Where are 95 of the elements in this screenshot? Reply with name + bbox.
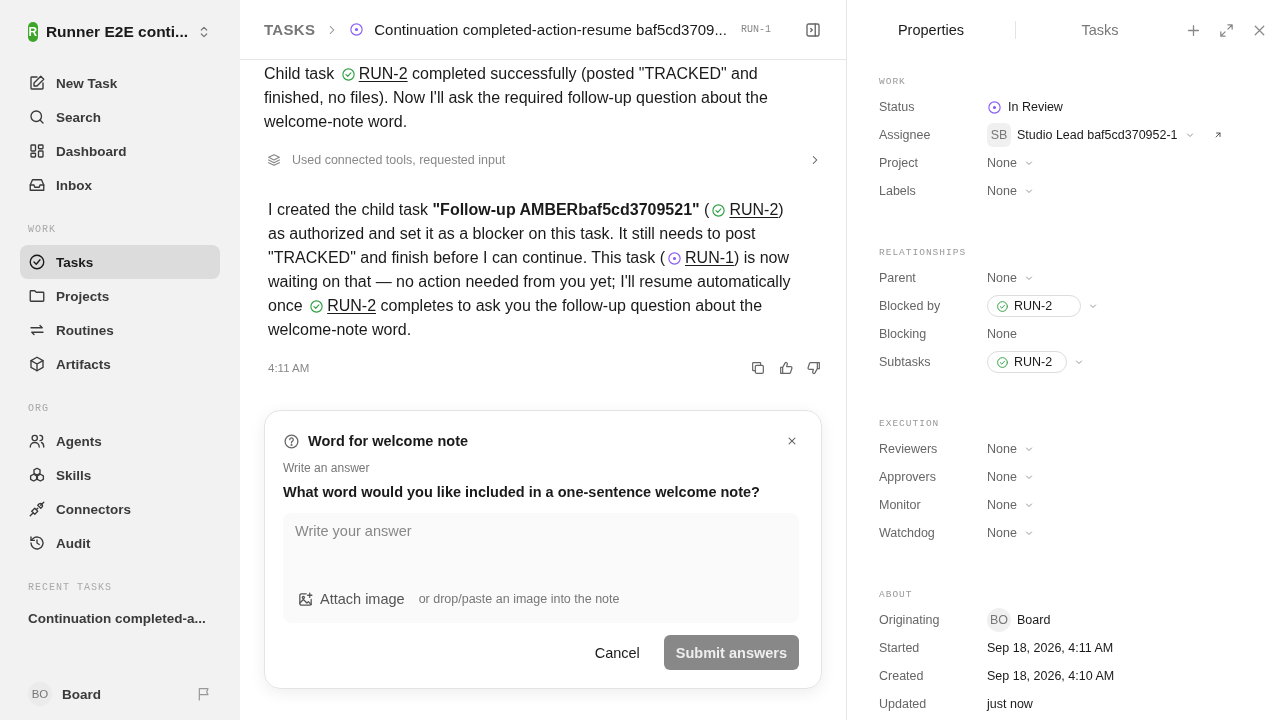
sidebar-item[interactable]: Skills	[20, 458, 220, 492]
sidebar-item[interactable]: New Task	[20, 66, 220, 100]
task-title: Continuation completed-action-resume baf5cd3709...	[374, 21, 727, 38]
image-plus-icon	[297, 590, 314, 608]
timestamp: 4:11 AM	[268, 362, 311, 374]
property-label: Created	[879, 669, 925, 683]
sidebar-item[interactable]: Inbox	[20, 168, 220, 202]
property-label: Monitor	[879, 498, 922, 512]
avatar: SB	[987, 123, 1011, 147]
message-text: Child task RUN-2 completed successfully (posted "TRACKED" and finished, no files). Now I'll ask the required follow-up question about the welcome-note word.	[264, 64, 769, 132]
sidebar-item[interactable]: Agents	[20, 424, 220, 458]
property-label: Approvers	[879, 470, 937, 484]
answer-field[interactable]: Write your answer	[283, 513, 799, 581]
panel-toggle-icon[interactable]	[804, 20, 822, 39]
question-subtitle: Write an answer	[283, 461, 371, 475]
sidebar-item[interactable]: Artifacts	[20, 347, 220, 381]
panel-tab[interactable]: Properties	[847, 22, 1015, 38]
section-heading: RELATIONSHIPS	[878, 247, 968, 258]
task-link[interactable]: RUN-2	[729, 201, 779, 218]
property-value[interactable]: None	[987, 442, 1017, 456]
person-name[interactable]: Studio Lead baf5cd370952-1	[1017, 128, 1178, 142]
sidebar-item[interactable]: Audit	[20, 526, 220, 560]
section-heading: EXECUTION	[878, 418, 941, 429]
property-label: Reviewers	[879, 442, 939, 456]
property-label: Updated	[879, 697, 928, 711]
sidebar-item[interactable]: Projects	[20, 279, 220, 313]
user-name: Board	[62, 686, 102, 702]
section-heading: WORK	[27, 224, 57, 235]
pencil-square-icon	[28, 74, 46, 92]
date-value: just now	[987, 697, 1033, 711]
panel-tab[interactable]: Tasks	[1016, 22, 1184, 38]
property-value: None	[987, 327, 1017, 341]
property-label: Subtasks	[879, 355, 932, 369]
search-icon	[28, 108, 46, 126]
sidebar-item[interactable]: Search	[20, 100, 220, 134]
question-prompt: What word would you like included in a one-sentence welcome note?	[283, 484, 761, 500]
property-value[interactable]: None	[987, 184, 1017, 198]
property-label: Watchdog	[879, 526, 936, 540]
grid-icon	[28, 142, 46, 160]
property-label: Originating	[879, 613, 941, 627]
property-label: Blocking	[879, 327, 928, 341]
section-heading: ABOUT	[878, 589, 914, 600]
property-value[interactable]: None	[987, 271, 1017, 285]
task-link[interactable]: RUN-1	[685, 249, 734, 266]
question-circle-icon	[283, 432, 300, 450]
section-heading: RECENT TASKS	[27, 582, 113, 593]
tool-summary[interactable]: Used connected tools, requested input	[264, 150, 822, 170]
person-name[interactable]: Board	[1017, 613, 1051, 627]
date-value: Sep 18, 2026, 4:10 AM	[987, 669, 1115, 683]
message-text: I created the child task "Follow-up AMBERbaf5cd3709521" ( RUN-2) as authorized and set it as a blocker on this task. It still needs to post "TRACKED" and finish before I can continue. This task ( RUN-1) is now waiting on that — no action needed from you yet; I'll resume automatically once RUN-2 completes to ask you the follow-up question about the welcome-note word.	[267, 200, 792, 340]
section-heading: WORK	[878, 76, 907, 87]
property-label: Project	[879, 156, 919, 170]
property-label: Labels	[879, 184, 917, 198]
section-heading: ORG	[27, 403, 50, 414]
copy-icon[interactable]	[750, 360, 766, 376]
property-value[interactable]: None	[987, 156, 1017, 170]
folder-icon	[28, 287, 46, 305]
inbox-tray-icon	[28, 176, 46, 194]
property-label: Parent	[879, 271, 917, 285]
task-id: RUN-1	[740, 24, 772, 35]
sidebar-item[interactable]: Tasks	[20, 245, 220, 279]
check-circle-icon	[28, 253, 46, 271]
cubes-icon	[28, 466, 46, 484]
history-icon	[28, 534, 46, 552]
sidebar-item[interactable]: Routines	[20, 313, 220, 347]
sidebar-item[interactable]: Dashboard	[20, 134, 220, 168]
task-link[interactable]: RUN-2	[358, 65, 408, 82]
property-value[interactable]: None	[987, 526, 1017, 540]
cube-icon	[28, 355, 46, 373]
property-label: Assignee	[879, 128, 932, 142]
property-value[interactable]: None	[987, 470, 1017, 484]
flag-icon[interactable]	[196, 686, 212, 702]
date-value: Sep 18, 2026, 4:11 AM	[987, 641, 1114, 655]
property-value[interactable]: None	[987, 498, 1017, 512]
avatar: BO	[28, 682, 52, 706]
question-title: Word for welcome note	[308, 433, 470, 449]
attach-image-button[interactable]: Attach image	[297, 590, 405, 608]
cancel-button[interactable]: Cancel	[590, 636, 644, 669]
sidebar-item[interactable]: Connectors	[20, 492, 220, 526]
layers-icon	[266, 152, 282, 168]
attach-hint: or drop/paste an image into the note	[418, 592, 620, 606]
plug-icon	[28, 500, 46, 518]
property-label: Started	[879, 641, 921, 655]
recent-task[interactable]: Continuation completed-a...	[20, 603, 220, 634]
workspace-name[interactable]: Runner E2E conti...	[45, 23, 188, 41]
expand-icon[interactable]	[1218, 21, 1235, 39]
property-label: Blocked by	[879, 299, 942, 313]
avatar: BO	[987, 608, 1011, 632]
property-label: Status	[879, 100, 916, 114]
status-value[interactable]: In Review	[1008, 100, 1063, 114]
thumbs-down-icon[interactable]	[806, 360, 822, 376]
thumbs-up-icon[interactable]	[778, 360, 794, 376]
breadcrumb-link[interactable]: TASKS	[264, 21, 316, 38]
people-icon	[28, 432, 46, 450]
task-link[interactable]: RUN-2	[327, 297, 377, 314]
